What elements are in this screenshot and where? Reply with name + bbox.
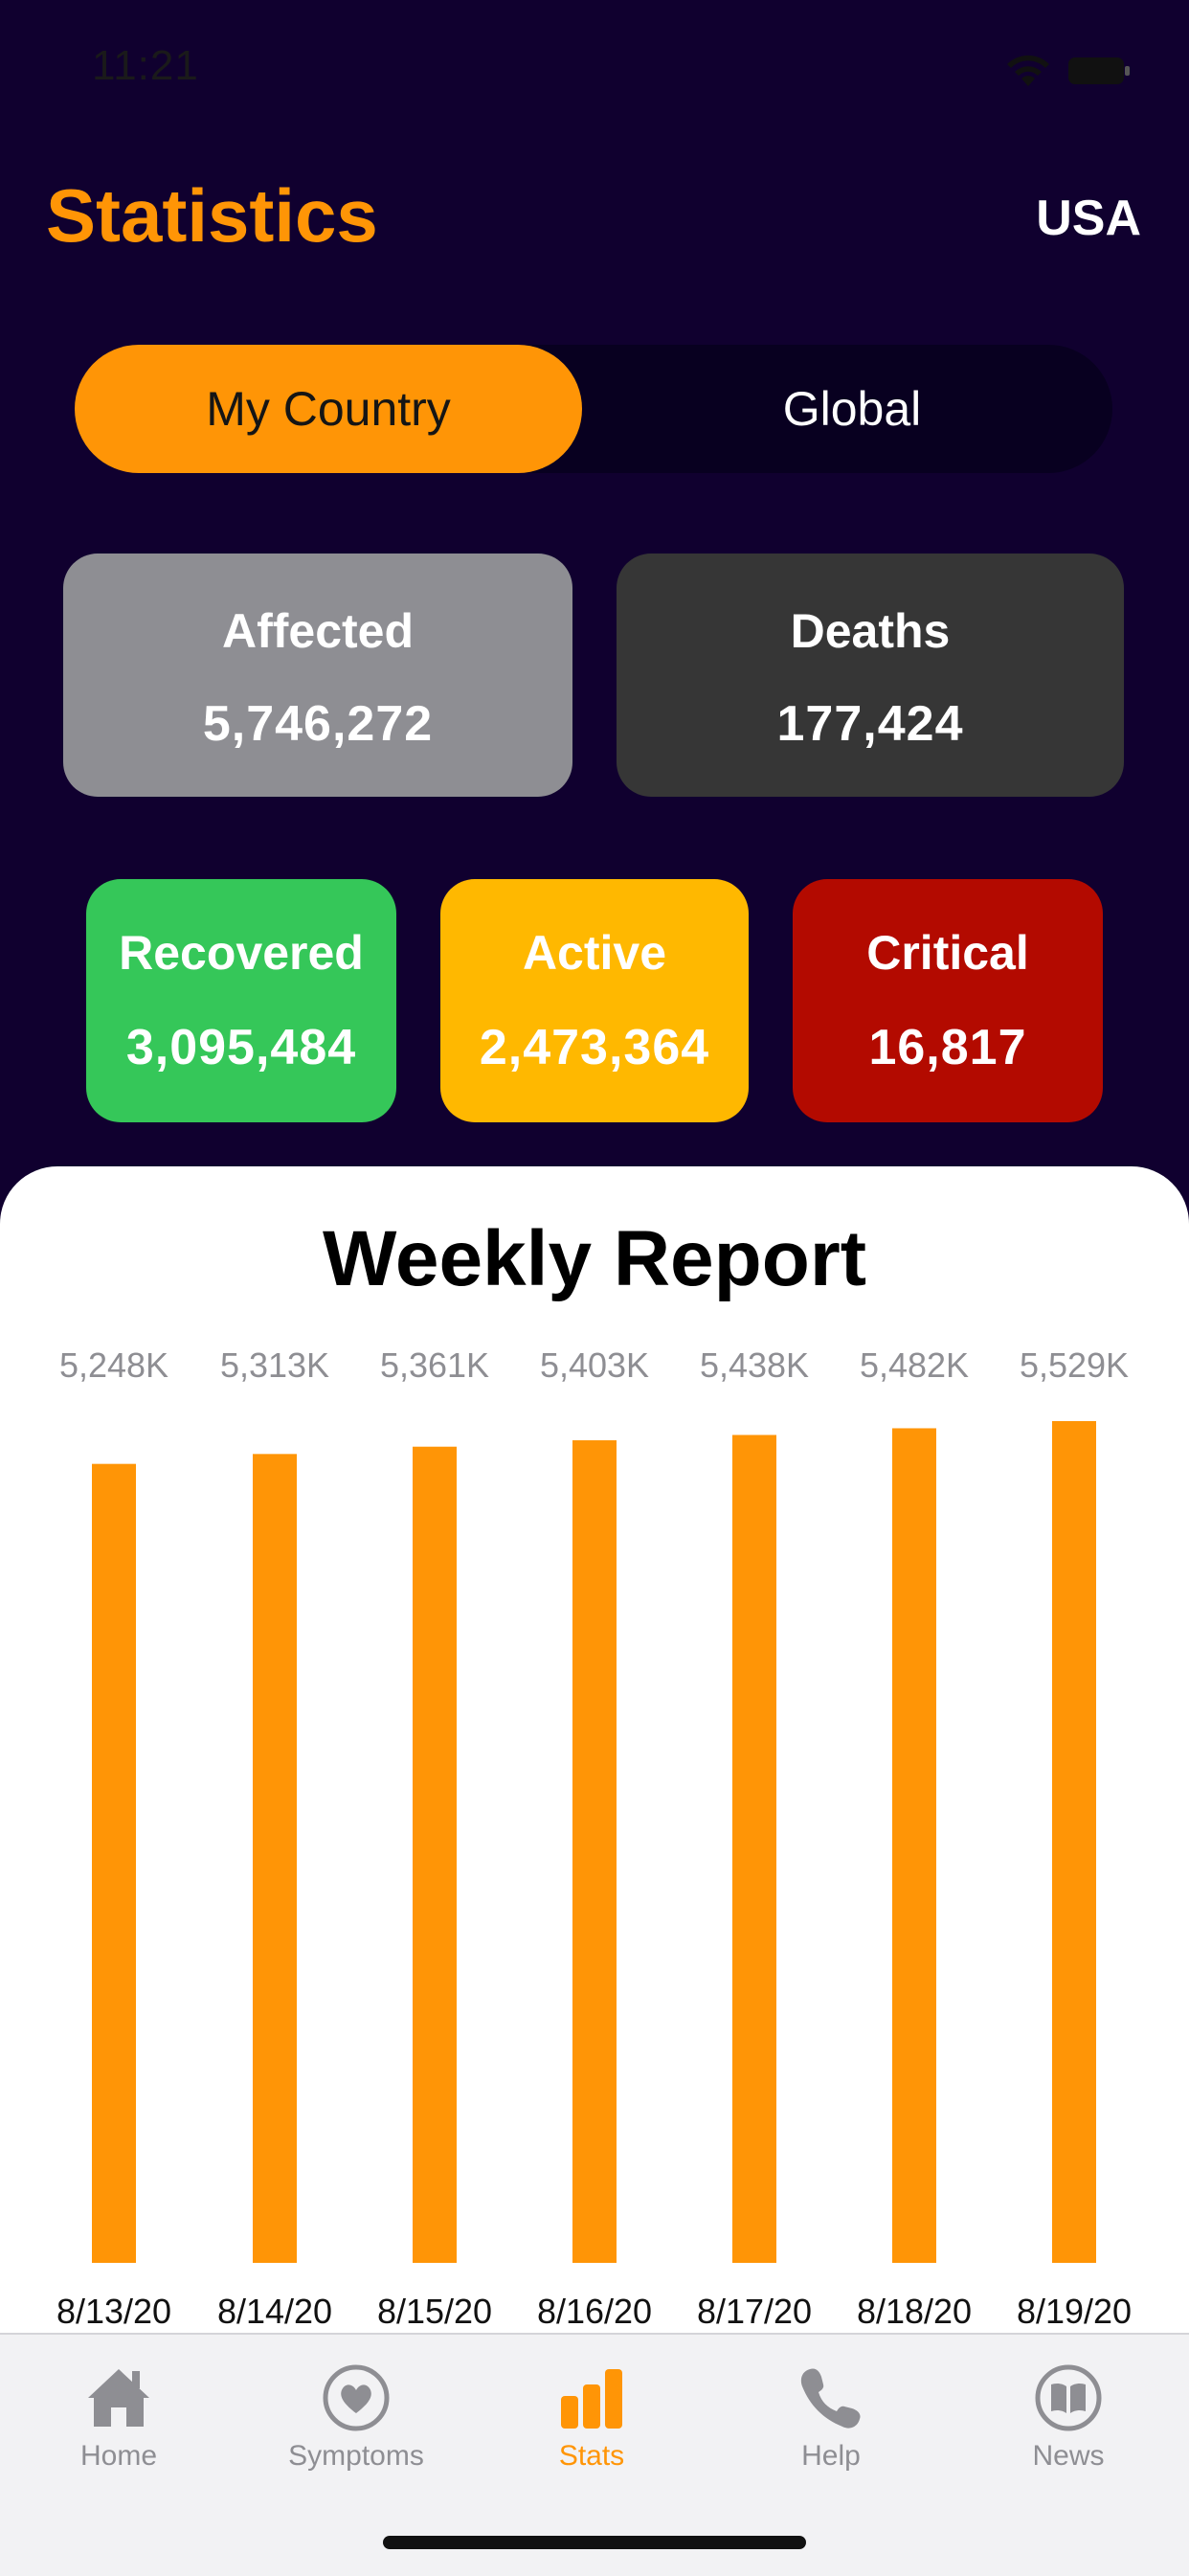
country-selector-button[interactable]: USA	[1036, 190, 1141, 247]
active-label: Active	[522, 926, 667, 980]
chart-value-label: 5,529K	[1020, 1345, 1129, 1385]
chart-bar	[92, 1463, 136, 2263]
phone-icon	[800, 2368, 861, 2429]
affected-value: 5,746,272	[202, 696, 434, 752]
tab-help-label: Help	[801, 2440, 861, 2472]
chart-value-label: 5,403K	[540, 1345, 649, 1385]
segment-my-country[interactable]: My Country	[75, 345, 582, 473]
bar-chart-icon	[561, 2369, 622, 2429]
chart-value-label: 5,313K	[220, 1345, 329, 1385]
tab-news[interactable]: News	[973, 2335, 1164, 2488]
tab-home[interactable]: Home	[23, 2335, 214, 2488]
chart-category-label: 8/18/20	[857, 2292, 972, 2331]
heart-icon	[323, 2364, 390, 2431]
chart-bar	[732, 1435, 776, 2263]
tab-news-label: News	[1032, 2440, 1105, 2472]
active-card: Active 2,473,364	[440, 879, 749, 1122]
critical-label: Critical	[866, 926, 1029, 980]
chart-category-label: 8/16/20	[537, 2292, 652, 2331]
recovered-card: Recovered 3,095,484	[86, 879, 396, 1122]
chart-bar	[253, 1454, 297, 2263]
tab-help[interactable]: Help	[735, 2335, 927, 2488]
chart-bar	[413, 1446, 457, 2263]
tab-symptoms[interactable]: Symptoms	[260, 2335, 452, 2488]
deaths-label: Deaths	[790, 604, 951, 658]
chart-category-label: 8/19/20	[1017, 2292, 1132, 2331]
book-icon	[1035, 2364, 1102, 2431]
chart-value-label: 5,248K	[59, 1345, 168, 1385]
tab-home-label: Home	[79, 2440, 158, 2472]
wifi-icon	[1007, 55, 1049, 86]
chart-value-label: 5,482K	[860, 1345, 969, 1385]
deaths-card: Deaths 177,424	[617, 554, 1124, 797]
home-indicator	[383, 2536, 806, 2549]
chart-bar	[572, 1440, 617, 2263]
deaths-value: 177,424	[776, 696, 964, 752]
chart-category-label: 8/13/20	[56, 2292, 171, 2331]
chart-bar	[892, 1428, 936, 2263]
house-icon	[88, 2369, 149, 2427]
recovered-value: 3,095,484	[125, 1020, 357, 1075]
chart-value-label: 5,361K	[380, 1345, 489, 1385]
active-value: 2,473,364	[479, 1020, 710, 1075]
tab-symptoms-label: Symptoms	[288, 2440, 424, 2472]
report-title: Weekly Report	[322, 1215, 867, 1302]
chart-value-label: 5,438K	[700, 1345, 809, 1385]
page-title: Statistics	[46, 173, 378, 258]
critical-value: 16,817	[868, 1020, 1027, 1075]
chart-category-label: 8/14/20	[217, 2292, 332, 2331]
weekly-bar-chart: 5,248K 8/13/20 5,313K 8/14/20 5,361K 8/15/20 5…	[56, 1345, 1132, 2331]
chart-bar	[1052, 1421, 1096, 2263]
affected-label: Affected	[221, 604, 415, 658]
recovered-label: Recovered	[119, 926, 364, 980]
critical-card: Critical 16,817	[793, 879, 1103, 1122]
scope-segmented-control: My Country Global	[75, 345, 1112, 473]
chart-category-label: 8/17/20	[697, 2292, 812, 2331]
battery-icon	[1068, 57, 1130, 84]
tab-stats[interactable]: Stats	[496, 2335, 687, 2488]
tab-stats-label: Stats	[558, 2440, 625, 2472]
chart-category-label: 8/15/20	[377, 2292, 492, 2331]
status-time: 11:21	[92, 42, 199, 89]
segment-global[interactable]: Global	[592, 345, 1112, 473]
affected-card: Affected 5,746,272	[63, 554, 572, 797]
